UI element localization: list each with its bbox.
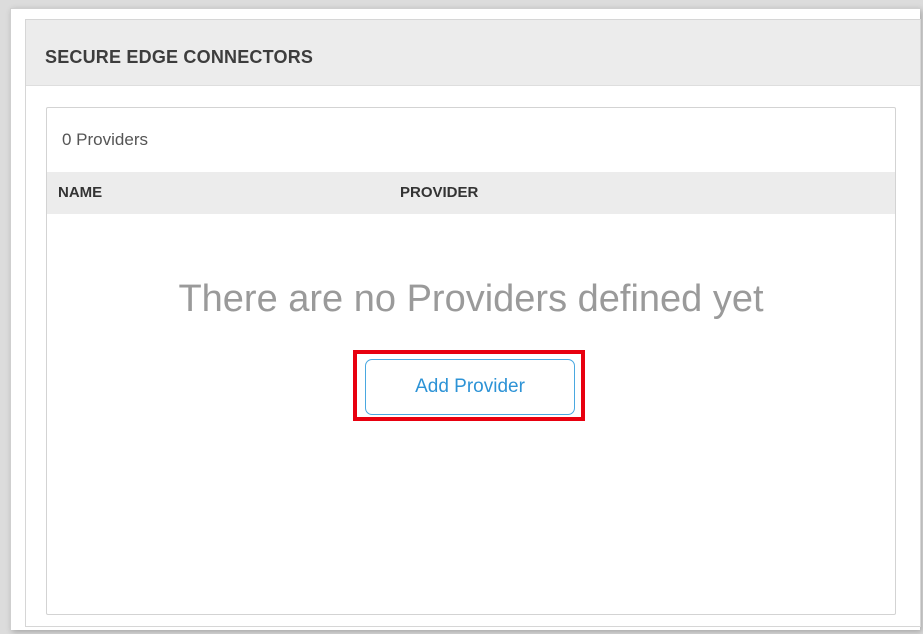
panel-title: SECURE EDGE CONNECTORS [45,47,314,67]
secure-edge-connectors-panel: SECURE EDGE CONNECTORS 0 Providers NAME … [25,19,921,627]
window-frame: SECURE EDGE CONNECTORS 0 Providers NAME … [10,8,921,630]
providers-card: 0 Providers NAME PROVIDER There are no P… [46,107,896,615]
add-provider-button[interactable]: Add Provider [365,359,575,415]
empty-state-message: There are no Providers defined yet [178,278,764,320]
panel-header: SECURE EDGE CONNECTORS [26,20,920,86]
column-header-provider: PROVIDER [400,184,479,201]
providers-table-header: NAME PROVIDER [47,172,895,214]
column-header-name: NAME [58,184,103,201]
providers-count: 0 Providers [62,130,148,149]
